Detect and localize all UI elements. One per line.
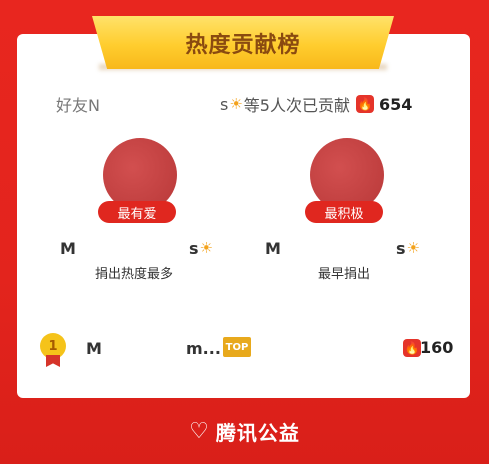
hero-name-end-text: s (189, 238, 199, 258)
tag-label: 最积极 (324, 206, 364, 222)
list-item[interactable]: 1 M m... TOP 🔥 160 (36, 333, 456, 367)
summary-count: 654 (378, 94, 413, 114)
contribution-summary: 好友N s ☀ 等5人次已贡献 🔥 654 (56, 92, 436, 116)
rank-name-end: m... (186, 339, 221, 358)
ribbon (46, 355, 60, 367)
brand-name: 腾讯公益 (215, 420, 300, 445)
heart-icon: ♡ (189, 418, 210, 444)
title-banner: 热度贡献榜 (92, 16, 394, 69)
summary-prefix: 好友N (56, 96, 100, 115)
top-badge: TOP (223, 337, 251, 357)
hero-name-start: M (60, 238, 76, 258)
tag-label: 最有爱 (117, 206, 157, 222)
tag-most-loving: 最有爱 (98, 201, 176, 223)
sun-icon: ☀ (229, 95, 243, 113)
summary-suffix-char: s (219, 94, 229, 114)
hero-name-end: s ☀ (189, 237, 214, 259)
sun-icon: ☀ (199, 239, 213, 257)
hero-subtitle: 最早捐出 (318, 267, 371, 282)
tag-most-active: 最积极 (305, 201, 383, 223)
page-title: 热度贡献榜 (185, 32, 301, 58)
hero-name-start: M (265, 238, 281, 258)
sun-icon: ☀ (406, 239, 420, 257)
rank-score: 160 (420, 338, 454, 357)
rank-name-start: M (86, 339, 102, 358)
brand-footer[interactable]: ♡ 腾讯公益 (0, 416, 489, 446)
medal-icon: 1 (40, 333, 70, 371)
hero-name-end-text: s (396, 238, 406, 258)
hero-name-end: s ☀ (396, 237, 421, 259)
summary-text: 等5人次已贡献 (243, 96, 350, 115)
fire-icon: 🔥 (403, 339, 421, 357)
hero-subtitle: 捐出热度最多 (95, 267, 174, 282)
fire-icon: 🔥 (355, 95, 374, 113)
